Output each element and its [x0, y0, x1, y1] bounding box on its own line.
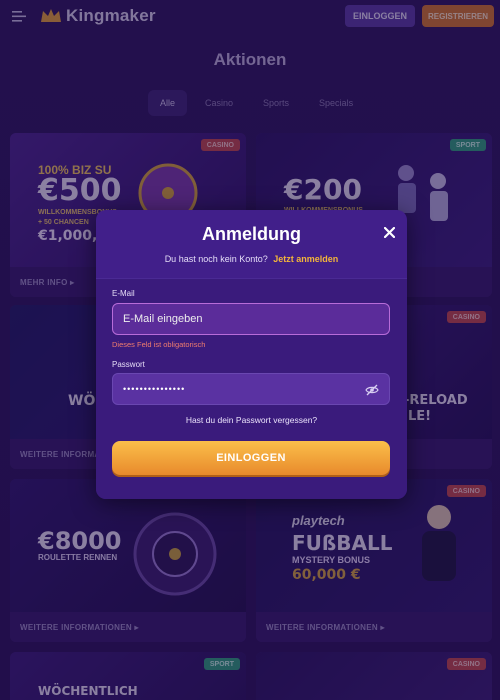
email-label: E-Mail: [112, 289, 135, 298]
login-form: E-Mail E-Mail eingeben Dieses Feld ist o…: [96, 278, 407, 499]
password-field[interactable]: •••••••••••••••: [112, 373, 390, 405]
password-label: Passwort: [112, 360, 145, 369]
close-icon[interactable]: [381, 224, 397, 240]
email-placeholder: E-Mail eingeben: [123, 313, 203, 325]
register-prompt: Du hast noch kein Konto? Jetzt anmelden: [96, 254, 407, 264]
modal-title: Anmeldung: [202, 224, 301, 244]
forgot-password-link[interactable]: Hast du dein Passwort vergessen?: [96, 415, 407, 425]
no-account-text: Du hast noch kein Konto?: [164, 254, 268, 264]
register-link[interactable]: Jetzt anmelden: [273, 254, 338, 264]
email-field[interactable]: E-Mail eingeben: [112, 303, 390, 335]
eye-slash-icon[interactable]: [365, 383, 379, 397]
password-value: •••••••••••••••: [123, 384, 186, 394]
login-modal: Anmeldung Du hast noch kein Konto? Jetzt…: [96, 210, 407, 499]
email-error-message: Dieses Feld ist obligatorisch: [112, 340, 206, 349]
login-submit-button[interactable]: EINLOGGEN: [112, 441, 390, 475]
